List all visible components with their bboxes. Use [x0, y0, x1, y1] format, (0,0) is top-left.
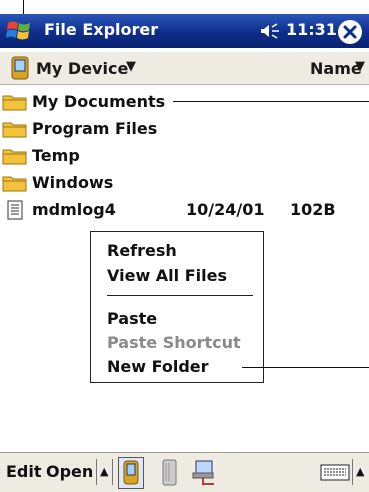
- toolbar-divider: [112, 459, 113, 485]
- windows-logo-icon[interactable]: [5, 18, 33, 44]
- list-item[interactable]: Temp: [0, 143, 369, 170]
- callout-line-my-documents: [173, 101, 369, 102]
- edit-menu[interactable]: Edit: [6, 462, 42, 481]
- location-dropdown[interactable]: My Device: [36, 59, 128, 78]
- pocket-pc-device-icon: [123, 460, 139, 485]
- item-name: Windows: [32, 173, 114, 192]
- toolbar-divider: [352, 459, 353, 485]
- item-name: Temp: [32, 146, 80, 165]
- storage-card-icon[interactable]: [160, 459, 180, 487]
- item-date: 10/24/01: [186, 200, 265, 219]
- menu-separator: [107, 295, 253, 296]
- network-share-icon[interactable]: [192, 458, 218, 486]
- open-menu[interactable]: Open: [46, 462, 93, 481]
- list-item[interactable]: Program Files: [0, 116, 369, 143]
- address-bar: My Device ▼ Name ▼: [0, 52, 369, 85]
- list-item[interactable]: Windows: [0, 170, 369, 197]
- folder-icon: [2, 122, 27, 138]
- keyboard-icon[interactable]: [320, 464, 350, 482]
- title-bar: File Explorer 11:31: [0, 14, 369, 48]
- command-bar: Edit Open ▲ ▲: [0, 452, 369, 492]
- callout-line-top: [23, 0, 24, 14]
- folder-icon: [2, 95, 27, 111]
- menu-item-view-all-files[interactable]: View All Files: [107, 266, 227, 285]
- item-name: mdmlog4: [32, 200, 116, 219]
- up-arrow-icon[interactable]: ▲: [100, 465, 108, 478]
- menu-item-paste-shortcut: Paste Shortcut: [107, 333, 241, 352]
- item-name: My Documents: [32, 92, 166, 111]
- pocket-pc-device-icon: [11, 56, 29, 80]
- sort-chevron-down-icon[interactable]: ▼: [355, 59, 365, 74]
- callout-line-new-folder: [242, 367, 369, 368]
- list-item[interactable]: mdmlog4 10/24/01 102B: [0, 197, 369, 224]
- app-title: File Explorer: [44, 20, 159, 39]
- input-selector-arrow-icon[interactable]: ▲: [356, 465, 364, 478]
- my-device-button[interactable]: [118, 457, 144, 489]
- folder-icon: [2, 149, 27, 165]
- close-button[interactable]: [338, 20, 362, 44]
- list-item[interactable]: My Documents: [0, 89, 369, 116]
- document-icon: [7, 200, 23, 220]
- speaker-icon[interactable]: [258, 21, 284, 41]
- clock[interactable]: 11:31: [286, 20, 337, 39]
- menu-item-refresh[interactable]: Refresh: [107, 241, 177, 260]
- chevron-down-icon[interactable]: ▼: [126, 59, 136, 74]
- item-size: 102B: [290, 200, 336, 219]
- sort-dropdown[interactable]: Name: [310, 59, 362, 78]
- close-icon: [343, 25, 357, 39]
- folder-icon: [2, 176, 27, 192]
- context-menu: Refresh View All Files Paste Paste Short…: [90, 231, 264, 383]
- toolbar-divider: [96, 459, 97, 485]
- item-name: Program Files: [32, 119, 158, 138]
- menu-item-paste[interactable]: Paste: [107, 309, 157, 328]
- menu-item-new-folder[interactable]: New Folder: [107, 357, 209, 376]
